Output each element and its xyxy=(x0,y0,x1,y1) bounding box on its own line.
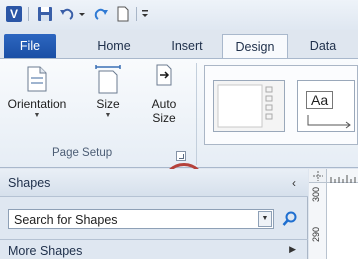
orientation-button[interactable]: Orientation ▼ xyxy=(2,63,72,119)
tab-home[interactable]: Home xyxy=(88,34,140,58)
tab-design[interactable]: Design xyxy=(222,34,288,59)
chevron-right-icon: ▶ xyxy=(289,244,296,254)
ribbon-tabs: File Home Insert Design Data xyxy=(0,30,358,59)
auto-size-icon xyxy=(142,63,186,97)
tab-file[interactable]: File xyxy=(4,34,56,58)
vertical-ruler: 300 290 xyxy=(309,183,327,259)
app-logo[interactable]: V xyxy=(6,6,22,22)
theme-gallery[interactable]: Aa xyxy=(204,65,358,145)
new-page-icon[interactable] xyxy=(114,5,132,23)
theme-thumbnail-blank[interactable] xyxy=(213,80,285,132)
redo-icon[interactable] xyxy=(92,5,110,23)
search-dropdown-icon[interactable]: ▼ xyxy=(258,211,272,227)
size-button[interactable]: Size ▼ xyxy=(88,63,128,119)
toolbar-separator xyxy=(136,7,137,21)
search-icon[interactable] xyxy=(281,209,299,229)
orientation-label: Orientation xyxy=(7,97,67,111)
quick-access-toolbar: V xyxy=(0,0,358,30)
more-shapes-item[interactable]: More Shapes ▶ xyxy=(0,239,308,259)
dialog-launcher-icon[interactable] xyxy=(176,151,186,161)
search-shapes-input[interactable]: Search for Shapes ▼ xyxy=(8,209,274,229)
ruler-corner xyxy=(309,169,327,183)
auto-size-label: Auto Size xyxy=(151,97,177,125)
customize-icon[interactable] xyxy=(140,5,150,23)
drawing-canvas[interactable]: 300 290 xyxy=(309,169,358,259)
ribbon-panel: Orientation ▼ Size ▼ Auto Size Page Setu… xyxy=(0,58,358,168)
collapse-pane-icon[interactable]: ‹ xyxy=(292,176,296,190)
orientation-icon xyxy=(2,63,72,97)
undo-icon[interactable] xyxy=(58,5,76,23)
vruler-label: 300 xyxy=(311,187,321,203)
chevron-down-icon: ▼ xyxy=(33,112,41,119)
tab-insert[interactable]: Insert xyxy=(160,34,214,58)
search-shapes-value: Search for Shapes xyxy=(14,213,118,227)
save-icon[interactable] xyxy=(36,5,54,23)
theme-thumbnail-aa[interactable]: Aa xyxy=(297,80,355,132)
auto-size-button[interactable]: Auto Size xyxy=(142,63,186,125)
chevron-down-icon: ▼ xyxy=(104,112,112,119)
shapes-pane: Shapes ‹ Search for Shapes ▼ More Shapes… xyxy=(0,169,308,259)
shapes-pane-header: Shapes ‹ xyxy=(0,169,308,197)
dropdown-icon[interactable] xyxy=(78,5,86,23)
theme-sample-text: Aa xyxy=(306,91,334,109)
more-shapes-label: More Shapes xyxy=(8,244,83,258)
vruler-label: 290 xyxy=(311,227,321,243)
size-label: Size xyxy=(96,97,120,111)
toolbar-separator xyxy=(28,7,29,21)
horizontal-ruler xyxy=(327,169,358,183)
page-setup-group-label: Page Setup xyxy=(52,147,113,159)
shapes-pane-title: Shapes xyxy=(8,176,51,190)
size-icon xyxy=(88,63,128,97)
group-divider xyxy=(196,63,197,165)
tab-data[interactable]: Data xyxy=(300,34,346,58)
